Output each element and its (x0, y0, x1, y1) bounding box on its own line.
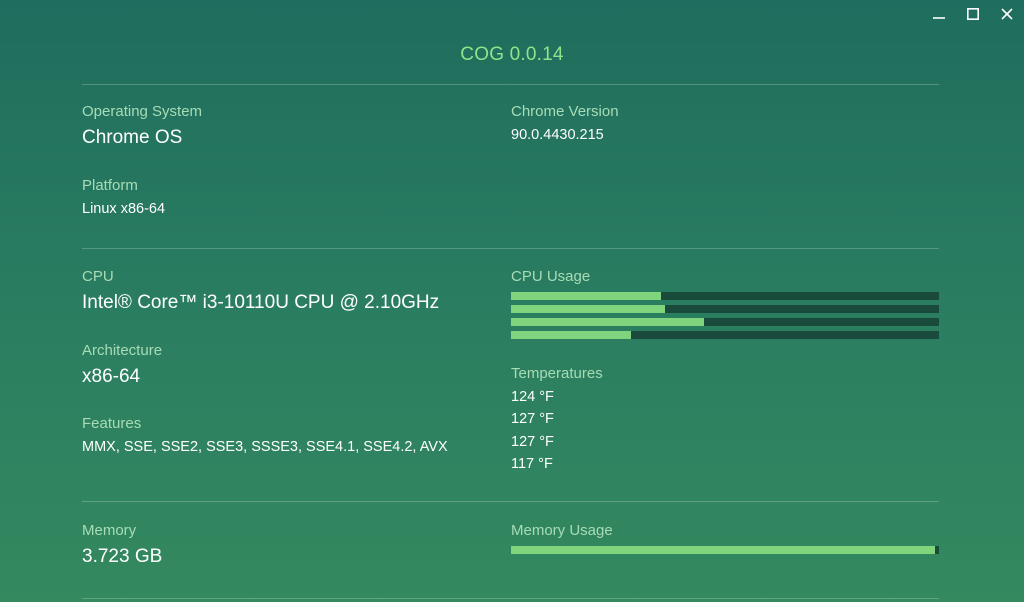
divider (82, 84, 939, 85)
cpu-usage-bar-fill (511, 292, 661, 300)
cpu-value: Intel® Core™ i3-10110U CPU @ 2.10GHz (82, 292, 440, 313)
temperatures-list: 124 °F 127 °F 127 °F 117 °F (511, 386, 554, 475)
memory-label: Memory (82, 522, 137, 539)
cpu-usage-label: CPU Usage (511, 268, 591, 285)
window-controls (922, 0, 1024, 28)
architecture-label: Architecture (82, 342, 163, 359)
memory-usage-label: Memory Usage (511, 522, 613, 539)
temperature-item: 117 °F (511, 455, 553, 472)
os-value: Chrome OS (82, 127, 183, 148)
close-icon (1001, 8, 1013, 20)
temperature-item: 127 °F (511, 411, 554, 428)
cpu-usage-bar-fill (511, 318, 704, 326)
architecture-value: x86-64 (82, 366, 141, 387)
maximize-icon (967, 8, 979, 20)
temperature-item: 124 °F (511, 389, 554, 405)
platform-value: Linux x86-64 (82, 201, 166, 217)
minimize-icon (933, 8, 945, 20)
cpu-usage-bar (511, 305, 939, 313)
app-title: COG 0.0.14 (460, 44, 564, 65)
memory-value: 3.723 GB (82, 546, 163, 567)
temperatures-label: Temperatures (511, 365, 603, 382)
divider (82, 598, 939, 599)
memory-usage-bar (511, 546, 939, 554)
cpu-usage-bar (511, 331, 939, 339)
temperature-item: 127 °F (511, 433, 554, 450)
platform-label: Platform (82, 177, 138, 194)
chrome-version-label: Chrome Version (511, 103, 619, 120)
cpu-label: CPU (82, 268, 114, 285)
os-label: Operating System (82, 103, 203, 120)
divider (82, 501, 939, 502)
minimize-button[interactable] (922, 0, 956, 28)
features-value: MMX, SSE, SSE2, SSE3, SSSE3, SSE4.1, SSE… (82, 439, 448, 455)
features-label: Features (82, 415, 142, 432)
cpu-usage-bar (511, 292, 939, 300)
chrome-version-value: 90.0.4430.215 (511, 127, 604, 143)
memory-usage-bar-fill (511, 546, 935, 554)
divider (82, 248, 939, 249)
cpu-usage-bar-fill (511, 331, 631, 339)
cpu-usage-bar-fill (511, 305, 666, 313)
cpu-usage-bar (511, 318, 939, 326)
close-button[interactable] (990, 0, 1024, 28)
maximize-button[interactable] (956, 0, 990, 28)
